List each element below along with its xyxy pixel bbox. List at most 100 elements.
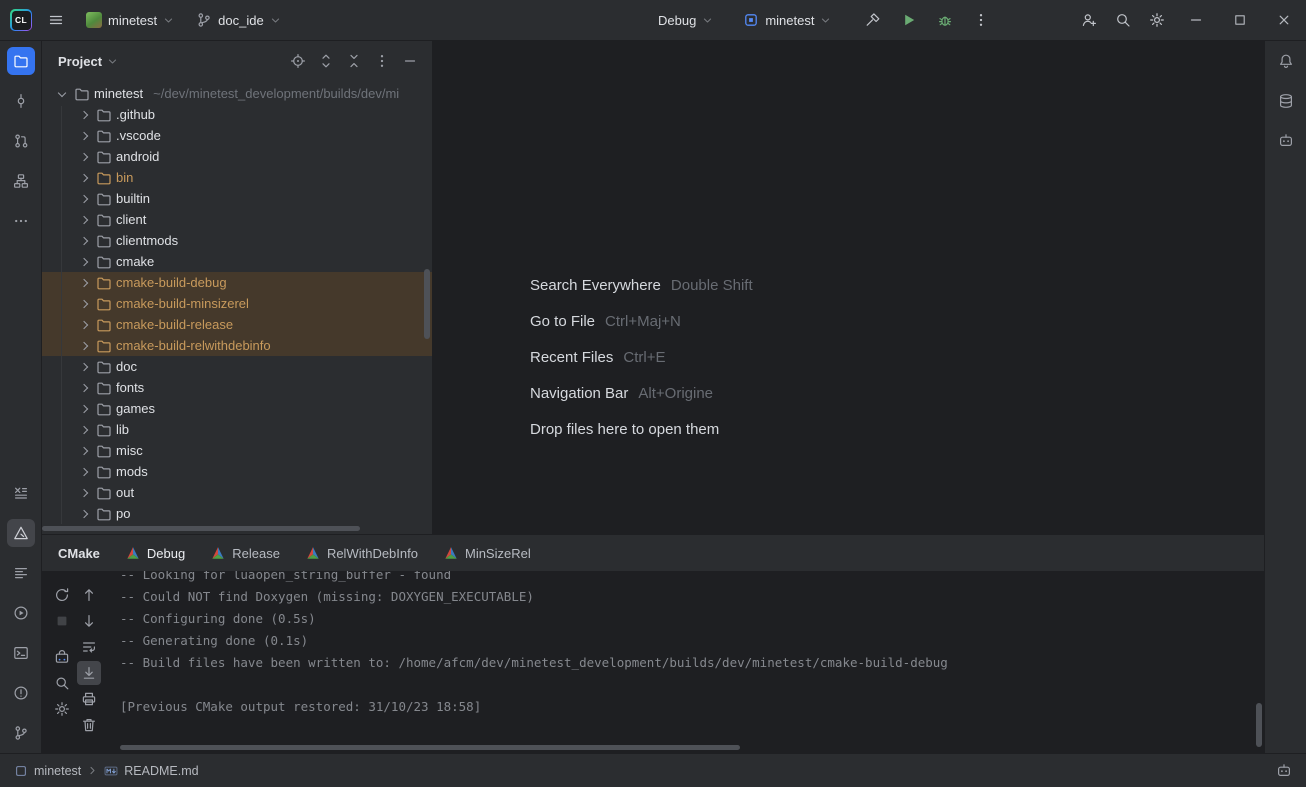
vcs-branch-selector[interactable]: doc_ide bbox=[190, 8, 287, 32]
tree-row-clientmods[interactable]: clientmods bbox=[42, 230, 432, 251]
expand-all-button[interactable] bbox=[314, 49, 338, 73]
close-button[interactable] bbox=[1262, 0, 1306, 40]
print-button[interactable] bbox=[77, 687, 101, 711]
console-horizontal-scrollbar[interactable] bbox=[120, 745, 740, 750]
tool-button-structure[interactable] bbox=[7, 167, 35, 195]
chevron-right-icon[interactable] bbox=[76, 317, 92, 333]
run-mode-selector[interactable]: Debug bbox=[652, 9, 719, 32]
chevron-right-icon[interactable] bbox=[76, 338, 92, 354]
hide-button[interactable] bbox=[398, 49, 422, 73]
settings-button[interactable] bbox=[50, 697, 74, 721]
debug-button[interactable] bbox=[931, 6, 959, 34]
cmake-tab-minsizerel[interactable]: MinSizeRel bbox=[444, 535, 531, 571]
search-everywhere-button[interactable] bbox=[1106, 6, 1140, 34]
tool-button-commit[interactable] bbox=[7, 87, 35, 115]
tree-row-android[interactable]: android bbox=[42, 146, 432, 167]
tool-button-more[interactable] bbox=[7, 207, 35, 235]
chevron-right-icon[interactable] bbox=[76, 191, 92, 207]
more-actions-button[interactable] bbox=[967, 6, 995, 34]
chevron-right-icon[interactable] bbox=[76, 506, 92, 522]
tree-row-doc[interactable]: doc bbox=[42, 356, 432, 377]
chevron-right-icon[interactable] bbox=[76, 359, 92, 375]
trash-button[interactable] bbox=[77, 713, 101, 737]
chevron-right-icon[interactable] bbox=[76, 275, 92, 291]
breadcrumb-file[interactable]: README.md bbox=[124, 764, 198, 778]
build-button[interactable] bbox=[859, 6, 887, 34]
tool-button-notifications[interactable] bbox=[1272, 47, 1300, 75]
soft-wrap-button[interactable] bbox=[77, 635, 101, 659]
tree-row-cmake-build-release[interactable]: cmake-build-release bbox=[42, 314, 432, 335]
chevron-right-icon[interactable] bbox=[76, 149, 92, 165]
console-vertical-scrollbar[interactable] bbox=[1256, 703, 1262, 747]
tree-row-mods[interactable]: mods bbox=[42, 461, 432, 482]
chevron-right-icon[interactable] bbox=[76, 170, 92, 186]
tool-button-project-folder[interactable] bbox=[7, 47, 35, 75]
project-selector[interactable]: minetest bbox=[80, 8, 180, 32]
chevron-right-icon[interactable] bbox=[76, 254, 92, 270]
tree-row-fonts[interactable]: fonts bbox=[42, 377, 432, 398]
tree-row-cmake[interactable]: cmake bbox=[42, 251, 432, 272]
tree-row-cmake-build-minsizerel[interactable]: cmake-build-minsizerel bbox=[42, 293, 432, 314]
tool-button-problems[interactable] bbox=[7, 679, 35, 707]
cmake-tab-relwithdebinfo[interactable]: RelWithDebInfo bbox=[306, 535, 418, 571]
tree-horizontal-scrollbar[interactable] bbox=[42, 526, 360, 531]
chevron-right-icon[interactable] bbox=[76, 233, 92, 249]
editor-area[interactable]: Search EverywhereDouble ShiftGo to FileC… bbox=[432, 41, 1264, 534]
tree-row-po[interactable]: po bbox=[42, 503, 432, 524]
tree-row-games[interactable]: games bbox=[42, 398, 432, 419]
chevron-right-icon[interactable] bbox=[76, 401, 92, 417]
tree-row-builtin[interactable]: builtin bbox=[42, 188, 432, 209]
main-menu-button[interactable] bbox=[42, 6, 70, 34]
scroll-end-button[interactable] bbox=[77, 661, 101, 685]
arrow-down-button[interactable] bbox=[77, 609, 101, 633]
breadcrumb-project[interactable]: minetest bbox=[34, 764, 81, 778]
project-panel-title[interactable]: Project bbox=[58, 54, 102, 69]
tool-button-database[interactable] bbox=[1272, 87, 1300, 115]
collapse-all-button[interactable] bbox=[342, 49, 366, 73]
stop-button[interactable] bbox=[50, 609, 74, 633]
tree-row-client[interactable]: client bbox=[42, 209, 432, 230]
chevron-right-icon[interactable] bbox=[76, 107, 92, 123]
tool-button-git-branch[interactable] bbox=[7, 719, 35, 747]
chevron-right-icon[interactable] bbox=[76, 296, 92, 312]
tree-row-misc[interactable]: misc bbox=[42, 440, 432, 461]
run-config-selector[interactable]: minetest bbox=[737, 8, 837, 32]
tree-row-bin[interactable]: bin bbox=[42, 167, 432, 188]
tree-row-cmake-build-relwithdebinfo[interactable]: cmake-build-relwithdebinfo bbox=[42, 335, 432, 356]
run-button[interactable] bbox=[895, 6, 923, 34]
ide-settings-button[interactable] bbox=[1140, 6, 1174, 34]
tree-row-.github[interactable]: .github bbox=[42, 104, 432, 125]
cmake-tab-debug[interactable]: Debug bbox=[126, 535, 185, 571]
tree-row-minetest-root[interactable]: minetest ~/dev/minetest_development/buil… bbox=[42, 83, 432, 104]
chevron-right-icon[interactable] bbox=[76, 380, 92, 396]
chevron-right-icon[interactable] bbox=[76, 464, 92, 480]
reload-cmake-button[interactable] bbox=[50, 583, 74, 607]
tree-row-.vscode[interactable]: .vscode bbox=[42, 125, 432, 146]
tree-row-out[interactable]: out bbox=[42, 482, 432, 503]
ai-assistant-icon[interactable] bbox=[1276, 763, 1292, 779]
tree-row-lib[interactable]: lib bbox=[42, 419, 432, 440]
build-settings-button[interactable] bbox=[50, 645, 74, 669]
tool-button-x-tool[interactable] bbox=[7, 479, 35, 507]
tool-button-ai-assistant[interactable] bbox=[1272, 127, 1300, 155]
arrow-up-button[interactable] bbox=[77, 583, 101, 607]
find-button[interactable] bbox=[50, 671, 74, 695]
tool-button-terminal[interactable] bbox=[7, 639, 35, 667]
chevron-right-icon[interactable] bbox=[76, 212, 92, 228]
tool-button-cmake-tool[interactable] bbox=[7, 519, 35, 547]
maximize-button[interactable] bbox=[1218, 0, 1262, 40]
chevron-right-icon[interactable] bbox=[76, 128, 92, 144]
tool-button-pull-requests[interactable] bbox=[7, 127, 35, 155]
chevron-right-icon[interactable] bbox=[76, 485, 92, 501]
tree-row-cmake-build-debug[interactable]: cmake-build-debug bbox=[42, 272, 432, 293]
chevron-right-icon[interactable] bbox=[76, 422, 92, 438]
code-with-me-button[interactable] bbox=[1072, 6, 1106, 34]
chevron-down-icon[interactable] bbox=[54, 86, 70, 102]
cmake-console[interactable]: -- Looking for luaopen_string_buffer - f… bbox=[106, 571, 1264, 753]
more-vertical-button[interactable] bbox=[370, 49, 394, 73]
minimize-button[interactable] bbox=[1174, 0, 1218, 40]
tree-vertical-scrollbar[interactable] bbox=[424, 269, 430, 339]
tool-button-todo[interactable] bbox=[7, 559, 35, 587]
tool-button-run[interactable] bbox=[7, 599, 35, 627]
locate-button[interactable] bbox=[286, 49, 310, 73]
